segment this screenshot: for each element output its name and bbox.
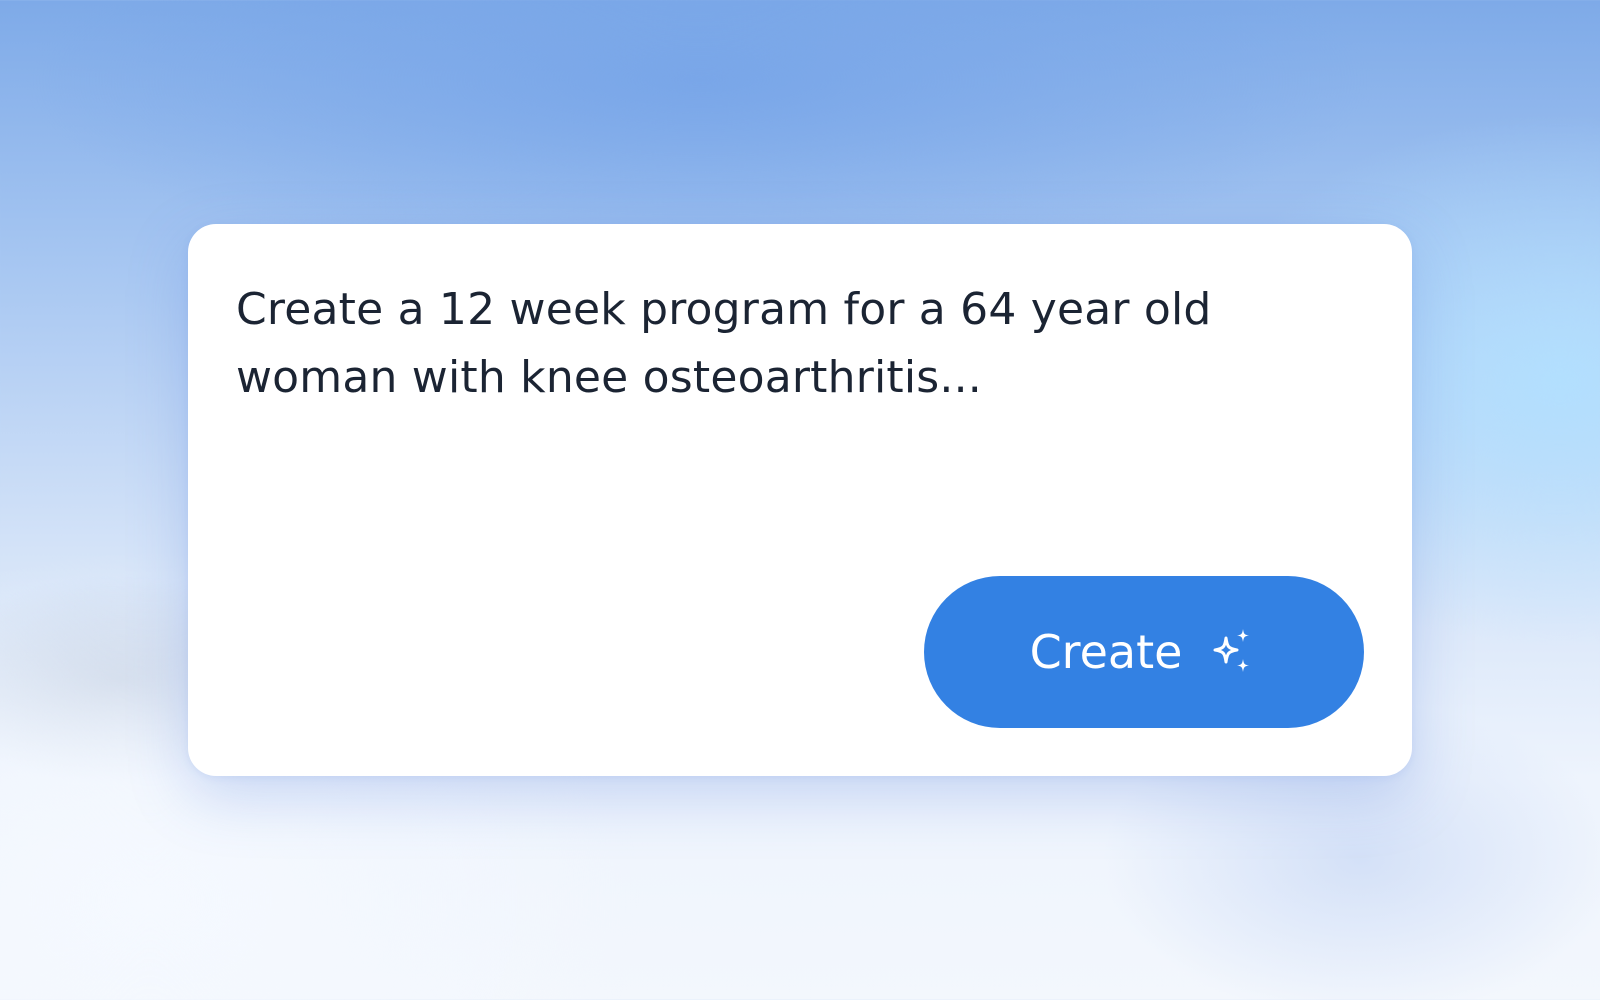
prompt-input[interactable]: Create a 12 week program for a 64 year o… <box>236 276 1236 412</box>
sparkle-icon <box>1213 629 1250 672</box>
create-button-label: Create <box>1029 625 1183 679</box>
create-button[interactable]: Create <box>924 576 1364 728</box>
prompt-card: Create a 12 week program for a 64 year o… <box>188 224 1412 776</box>
